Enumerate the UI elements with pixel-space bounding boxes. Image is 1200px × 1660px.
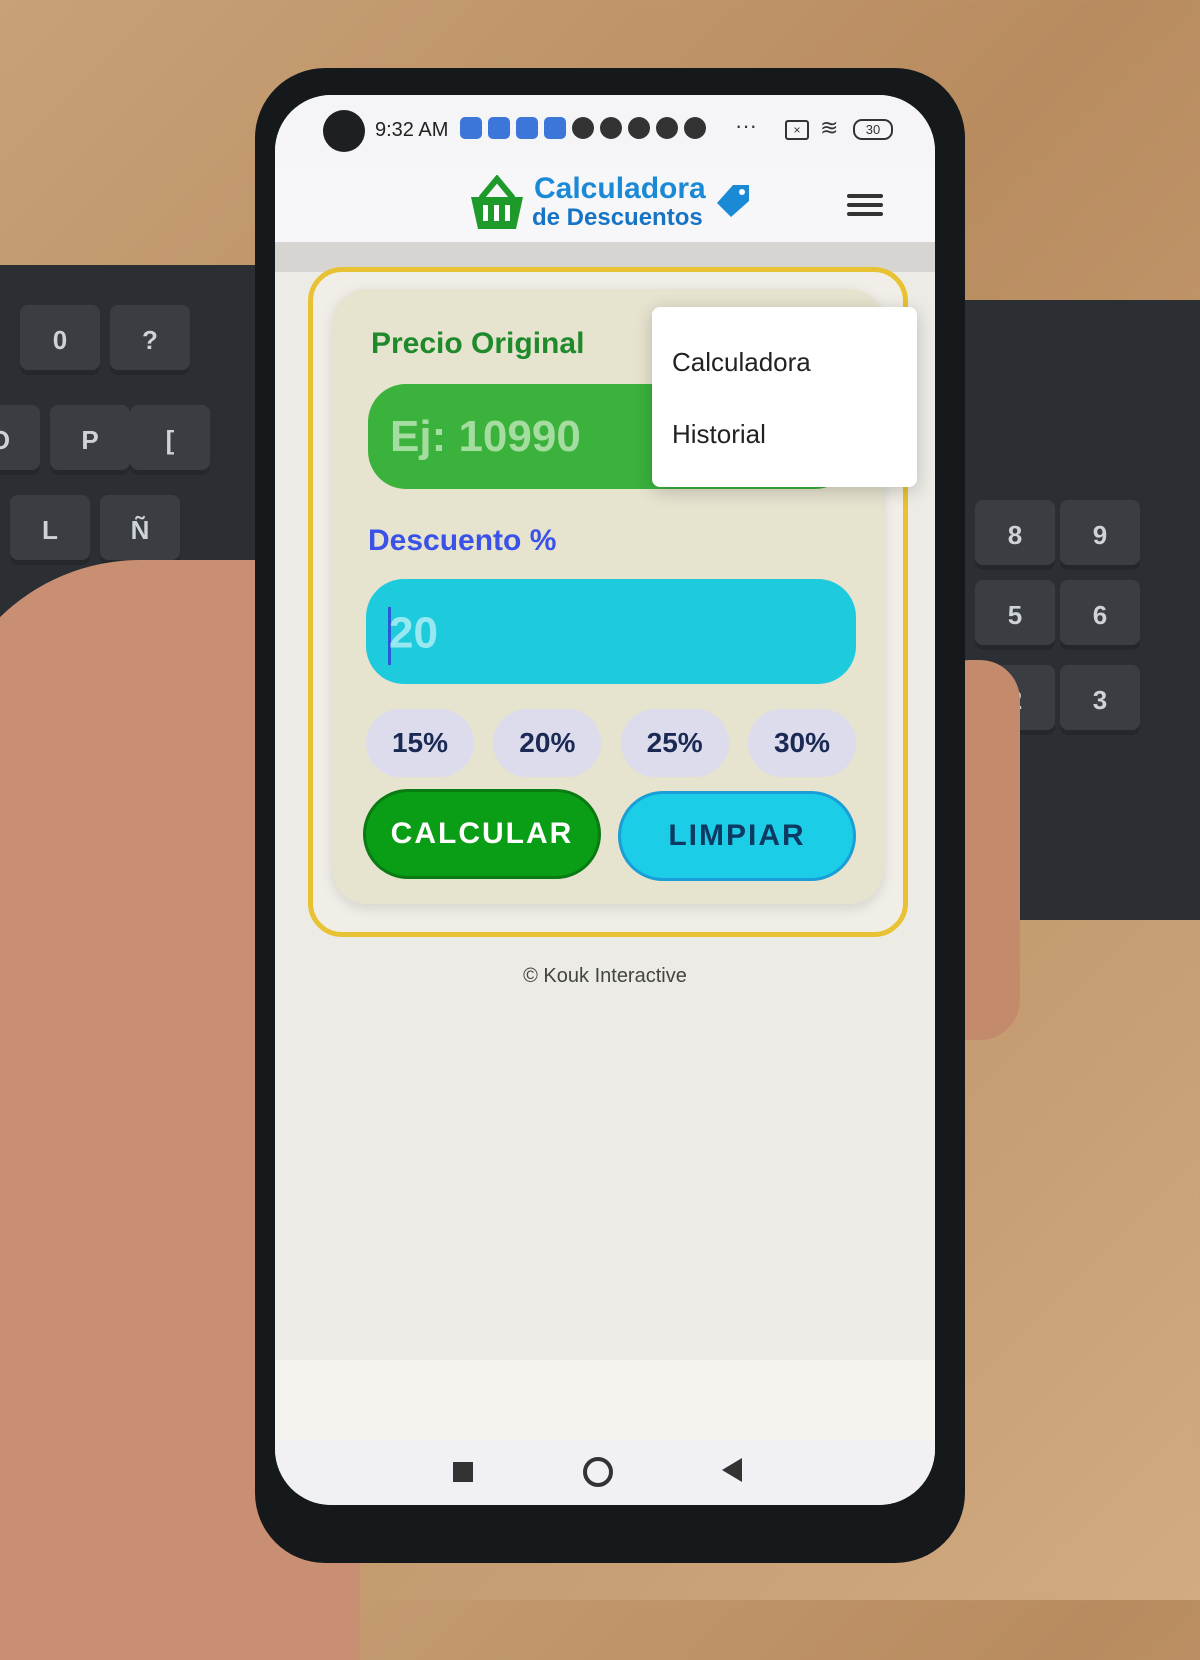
- shopping-basket-icon: [471, 175, 523, 229]
- more-dots-icon: ···: [735, 113, 757, 138]
- phone-screen: 9:32 AM ··· × ≋ 30 Calculadora de Descue…: [275, 95, 935, 1505]
- battery-icon: 30: [853, 119, 893, 140]
- discount-label: Descuento %: [368, 524, 557, 557]
- front-camera: [323, 110, 365, 152]
- back-icon[interactable]: [722, 1458, 742, 1482]
- preset-20-button[interactable]: 20%: [493, 709, 602, 777]
- notification-icons: [460, 117, 706, 139]
- preset-25-button[interactable]: 25%: [620, 709, 729, 777]
- logo-title: Calculadora: [534, 172, 706, 205]
- app-icon: [516, 117, 538, 139]
- calculate-button[interactable]: CALCULAR: [363, 789, 601, 879]
- app-icon: [600, 117, 622, 139]
- app-icon: [628, 117, 650, 139]
- status-time: 9:32 AM: [375, 119, 449, 141]
- recents-icon[interactable]: [453, 1462, 473, 1482]
- wifi-icon: ≋: [820, 115, 839, 140]
- menu-item-historial[interactable]: Historial: [672, 419, 766, 450]
- discount-value: 20: [389, 608, 438, 658]
- youtube-icon: [572, 117, 594, 139]
- menu-item-calculadora[interactable]: Calculadora: [672, 347, 811, 378]
- status-bar: 9:32 AM ··· × ≋ 30: [275, 95, 935, 167]
- preset-15-button[interactable]: 15%: [366, 709, 474, 777]
- bottom-band: [275, 1360, 935, 1440]
- logo-subtitle: de Descuentos: [532, 204, 703, 231]
- home-icon[interactable]: [583, 1457, 613, 1487]
- app-icon: [544, 117, 566, 139]
- trash-icon: [684, 117, 706, 139]
- preset-30-button[interactable]: 30%: [747, 709, 856, 777]
- app-header: Calculadora de Descuentos: [275, 167, 935, 242]
- preset-chips: 15% 20% 25% 30%: [366, 709, 856, 777]
- nav-dropdown-menu: Calculadora Historial: [652, 307, 917, 487]
- menu-line: [847, 194, 883, 198]
- android-nav-bar: [275, 1440, 935, 1505]
- footer-copyright: © Kouk Interactive: [523, 965, 687, 987]
- sim-icon: ×: [785, 120, 809, 140]
- price-label: Precio Original: [371, 327, 585, 360]
- menu-line: [847, 203, 883, 207]
- shield-icon: [656, 117, 678, 139]
- clear-button[interactable]: LIMPIAR: [618, 791, 856, 881]
- hamburger-menu-icon[interactable]: [847, 189, 883, 219]
- menu-line: [847, 212, 883, 216]
- app-icon: [488, 117, 510, 139]
- app-icon: [460, 117, 482, 139]
- discount-input[interactable]: 20: [366, 579, 856, 684]
- price-tag-icon: [717, 185, 749, 217]
